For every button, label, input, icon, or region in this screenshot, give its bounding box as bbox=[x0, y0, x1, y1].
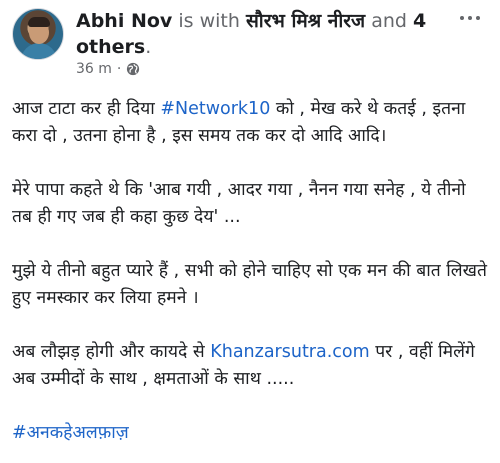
p1-text-a: आज टाटा कर ही दिया bbox=[12, 99, 161, 119]
tagged-person[interactable]: सौरभ मिश्र नीरज bbox=[246, 10, 365, 32]
period: . bbox=[145, 36, 152, 58]
post-time[interactable]: 36 m bbox=[76, 61, 112, 77]
hashtag-ankahe-alfaaz[interactable]: #अनकहेअलफ़ाज़ bbox=[12, 423, 129, 443]
post-meta: 36 m · bbox=[76, 61, 140, 77]
more-options-icon[interactable] bbox=[456, 8, 484, 28]
post-header-text: Abhi Nov is with सौरभ मिश्र नीरज and 4 o… bbox=[76, 8, 456, 60]
and-text: and bbox=[371, 10, 407, 32]
globe-icon[interactable] bbox=[126, 62, 140, 76]
khanzarsutra-link[interactable]: Khanzarsutra.com bbox=[210, 342, 369, 362]
author-avatar[interactable] bbox=[12, 8, 64, 60]
more-dot bbox=[460, 16, 464, 20]
author-name[interactable]: Abhi Nov bbox=[76, 10, 172, 32]
meta-dot: · bbox=[116, 61, 122, 77]
post-paragraph-1: आज टाटा कर ही दिया #Network10 को , मेख क… bbox=[12, 96, 488, 150]
post-paragraph-4: अब लौझड़ होगी और कायदे से Khanzarsutra.c… bbox=[12, 339, 488, 393]
post-paragraph-3: मुझे ये तीनो बहुत प्यारे हैं , सभी को हो… bbox=[12, 261, 487, 308]
post-body: आज टाटा कर ही दिया #Network10 को , मेख क… bbox=[12, 96, 488, 447]
post-paragraph-5: #अनकहेअलफ़ाज़ bbox=[12, 420, 488, 447]
post-paragraph-2: मेरे पापा कहते थे कि 'आब गयी , आदर गया ,… bbox=[12, 180, 466, 227]
more-dot bbox=[468, 16, 472, 20]
hashtag-network10[interactable]: #Network10 bbox=[160, 99, 270, 119]
avatar-hair bbox=[28, 17, 50, 27]
avatar-shirt bbox=[21, 43, 57, 59]
more-dot bbox=[476, 16, 480, 20]
p4-text-a: अब लौझड़ होगी और कायदे से bbox=[12, 342, 211, 362]
post-header: Abhi Nov is with सौरभ मिश्र नीरज and 4 o… bbox=[12, 6, 488, 78]
with-text: is with bbox=[178, 10, 240, 32]
